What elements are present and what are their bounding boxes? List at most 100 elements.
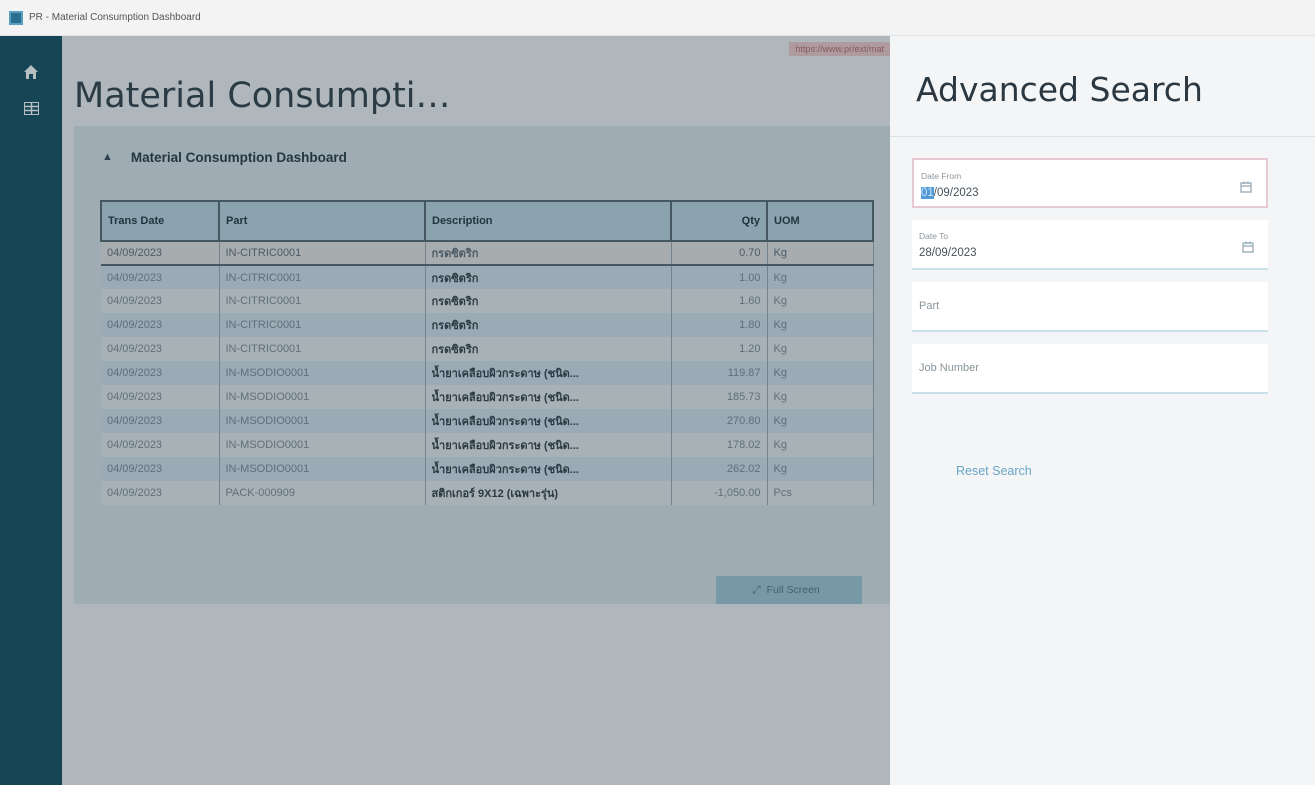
table-row[interactable]: 04/09/2023 IN-MSODIO0001 น้ำยาเคลือบผิวก… (101, 361, 874, 385)
job-number-placeholder: Job Number (919, 362, 979, 374)
column-header-description[interactable]: Description (424, 200, 672, 242)
cell-trans-date: 04/09/2023 (101, 240, 220, 266)
chevron-up-icon[interactable]: ▲ (102, 151, 113, 163)
part-field[interactable]: Part (912, 282, 1268, 332)
cell-description: กรดซิตริก (425, 240, 672, 266)
cell-uom: Kg (767, 457, 874, 481)
cell-trans-date: 04/09/2023 (101, 337, 220, 361)
column-header-part[interactable]: Part (218, 200, 426, 242)
cell-description: น้ำยาเคลือบผิวกระดาษ (ชนิด... (425, 433, 672, 457)
full-screen-label: Full Screen (766, 584, 820, 596)
date-from-day-selection: 01 (921, 187, 934, 199)
cell-part: IN-MSODIO0001 (219, 409, 426, 433)
table-row[interactable]: 04/09/2023 IN-MSODIO0001 น้ำยาเคลือบผิวก… (101, 385, 874, 409)
cell-uom: Kg (767, 313, 874, 337)
date-from-field[interactable]: Date From 01/09/2023 (912, 158, 1268, 208)
app-icon (9, 10, 23, 25)
cell-part: PACK-000909 (219, 481, 426, 505)
cell-trans-date: 04/09/2023 (101, 265, 220, 289)
table-row[interactable]: 04/09/2023 IN-MSODIO0001 น้ำยาเคลือบผิวก… (101, 457, 874, 481)
cell-qty: 185.73 (671, 385, 768, 409)
job-number-field[interactable]: Job Number (912, 344, 1268, 394)
cell-trans-date: 04/09/2023 (101, 481, 220, 505)
date-from-label: Date From (921, 171, 962, 181)
main-content: https://www.pr/ext/mat Material Consumpt… (62, 36, 890, 785)
cell-qty: 1.80 (671, 313, 768, 337)
panel-title: Material Consumption Dashboard (130, 149, 347, 165)
side-navigation (0, 36, 62, 785)
cell-part: IN-CITRIC0001 (219, 337, 426, 361)
expand-icon: ⤢ (752, 583, 761, 596)
date-to-field[interactable]: Date To 28/09/2023 (912, 220, 1268, 270)
cell-qty: 270.80 (671, 409, 768, 433)
date-from-value[interactable]: 01/09/2023 (921, 187, 979, 199)
cell-trans-date: 04/09/2023 (101, 289, 220, 313)
table-row[interactable]: 04/09/2023 IN-CITRIC0001 กรดซิตริก 1.80 … (101, 313, 874, 337)
table-row[interactable]: 04/09/2023 PACK-000909 สติกเกอร์ 9X12 (เ… (101, 481, 874, 505)
cell-trans-date: 04/09/2023 (101, 457, 220, 481)
date-from-rest: /09/2023 (933, 187, 979, 199)
cell-qty: 119.87 (671, 361, 768, 385)
cell-uom: Pcs (767, 481, 874, 505)
table-row[interactable]: 04/09/2023 IN-CITRIC0001 กรดซิตริก 1.60 … (101, 289, 874, 313)
cell-part: IN-CITRIC0001 (219, 240, 426, 266)
drawer-title: Advanced Search (916, 70, 1203, 109)
table-row[interactable]: 04/09/2023 IN-MSODIO0001 น้ำยาเคลือบผิวก… (101, 409, 874, 433)
calendar-icon[interactable] (1240, 178, 1252, 197)
cell-part: IN-CITRIC0001 (219, 313, 426, 337)
cell-description: น้ำยาเคลือบผิวกระดาษ (ชนิด... (425, 385, 672, 409)
date-to-value[interactable]: 28/09/2023 (919, 247, 977, 259)
cell-qty: 1.20 (671, 337, 768, 361)
window-title: PR - Material Consumption Dashboard (29, 12, 201, 23)
cell-qty: 1.00 (671, 265, 768, 289)
data-grid[interactable]: Trans Date Part Description Qty UOM 04/0… (100, 200, 890, 564)
cell-description: กรดซิตริก (425, 265, 672, 289)
cell-uom: Kg (767, 409, 874, 433)
table-row[interactable]: 04/09/2023 IN-MSODIO0001 น้ำยาเคลือบผิวก… (101, 433, 874, 457)
cell-uom: Kg (767, 433, 874, 457)
cell-description: กรดซิตริก (425, 313, 672, 337)
cell-description: น้ำยาเคลือบผิวกระดาษ (ชนิด... (425, 457, 672, 481)
table-row[interactable]: 04/09/2023 IN-CITRIC0001 กรดซิตริก 1.00 … (101, 265, 874, 289)
cell-qty: 262.02 (671, 457, 768, 481)
table-row[interactable]: 04/09/2023 IN-CITRIC0001 กรดซิตริก 1.20 … (101, 337, 874, 361)
cell-part: IN-MSODIO0001 (219, 457, 426, 481)
reset-search-link[interactable]: Reset Search (956, 464, 1032, 478)
cell-trans-date: 04/09/2023 (101, 433, 220, 457)
home-icon[interactable] (0, 54, 62, 90)
cell-part: IN-CITRIC0001 (219, 265, 426, 289)
column-header-trans-date[interactable]: Trans Date (100, 200, 220, 242)
cell-part: IN-MSODIO0001 (219, 433, 426, 457)
part-placeholder: Part (919, 300, 940, 312)
cell-description: สติกเกอร์ 9X12 (เฉพาะรุ่น) (425, 481, 672, 505)
full-screen-button[interactable]: ⤢ Full Screen (716, 576, 862, 604)
advanced-search-drawer: Advanced Search Date From 01/09/2023 Dat… (890, 36, 1315, 785)
cell-uom: Kg (767, 337, 874, 361)
cell-qty: -1,050.00 (671, 481, 768, 505)
cell-uom: Kg (767, 289, 874, 313)
cell-trans-date: 04/09/2023 (101, 361, 220, 385)
page-title: Material Consumpti… (74, 76, 451, 116)
cell-description: กรดซิตริก (425, 289, 672, 313)
cell-description: กรดซิตริก (425, 337, 672, 361)
drawer-divider (890, 136, 1315, 137)
cell-description: น้ำยาเคลือบผิวกระดาษ (ชนิด... (425, 409, 672, 433)
panel-header[interactable]: ▲ Material Consumption Dashboard (74, 126, 890, 188)
cell-trans-date: 04/09/2023 (101, 409, 220, 433)
cell-uom: Kg (767, 265, 874, 289)
cell-trans-date: 04/09/2023 (101, 385, 220, 409)
cell-part: IN-MSODIO0001 (219, 385, 426, 409)
cell-qty: 178.02 (671, 433, 768, 457)
grid-icon[interactable] (0, 90, 62, 126)
column-header-qty[interactable]: Qty (670, 200, 768, 242)
cell-part: IN-CITRIC0001 (219, 289, 426, 313)
cell-description: น้ำยาเคลือบผิวกระดาษ (ชนิด... (425, 361, 672, 385)
cell-trans-date: 04/09/2023 (101, 313, 220, 337)
table-row[interactable]: 04/09/2023 IN-CITRIC0001 กรดซิตริก 0.70 … (101, 240, 874, 266)
table-header-row: Trans Date Part Description Qty UOM (100, 200, 874, 242)
cell-part: IN-MSODIO0001 (219, 361, 426, 385)
date-to-label: Date To (919, 231, 949, 241)
cell-uom: Kg (767, 385, 874, 409)
column-header-uom[interactable]: UOM (766, 200, 874, 242)
calendar-icon[interactable] (1242, 238, 1254, 257)
